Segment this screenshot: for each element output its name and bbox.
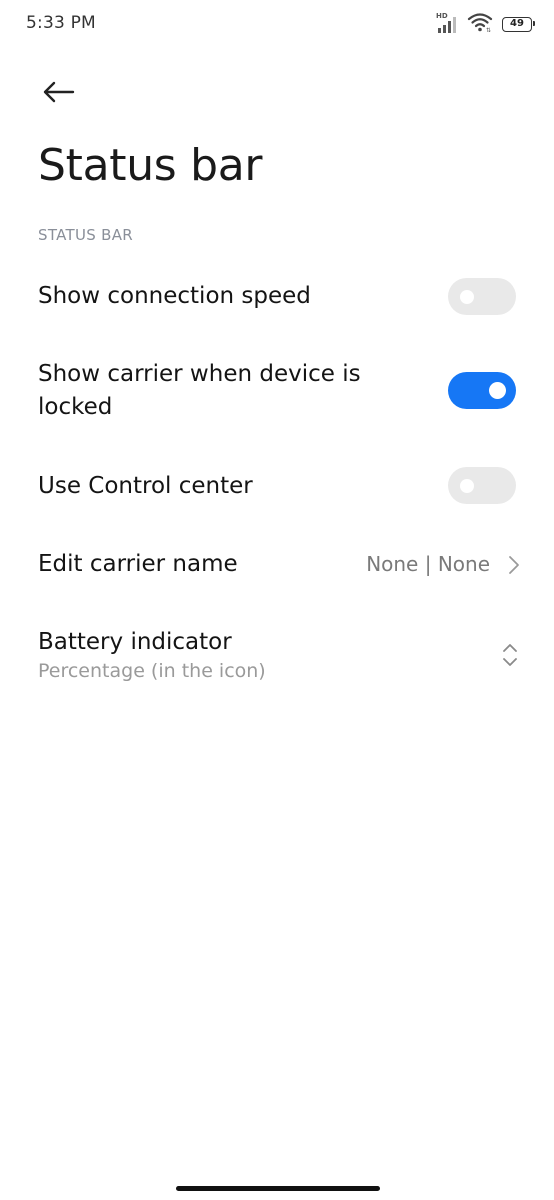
setting-label: Edit carrier name — [38, 551, 238, 577]
setting-label: Show connection speed — [38, 283, 311, 309]
setting-row-control-center[interactable]: Use Control center — [0, 460, 554, 516]
back-arrow-icon — [43, 81, 75, 103]
network-type-label: HD — [436, 12, 448, 20]
chevron-right-icon — [508, 555, 520, 579]
toggle-knob — [489, 382, 506, 399]
back-button[interactable] — [38, 72, 78, 112]
setting-label: Battery indicator — [38, 629, 232, 655]
connection-speed-toggle[interactable] — [448, 278, 516, 315]
status-time: 5:33 PM — [26, 13, 96, 33]
gesture-navigation-bar[interactable] — [176, 1186, 380, 1191]
setting-label-line2: locked — [38, 394, 113, 420]
cell-signal-icon: HD — [436, 12, 458, 35]
setting-label-line1: Show carrier when device is — [38, 361, 361, 387]
setting-label: Use Control center — [38, 473, 253, 499]
chevron-up-down-icon[interactable] — [502, 642, 518, 672]
setting-sublabel: Percentage (in the icon) — [38, 660, 266, 682]
setting-row-connection-speed[interactable]: Show connection speed — [0, 270, 554, 326]
carrier-name-value: None | None — [366, 552, 490, 576]
battery-level: 49 — [510, 18, 524, 29]
setting-row-battery-indicator[interactable]: Battery indicator Percentage (in the ico… — [0, 618, 554, 698]
svg-text:⇅: ⇅ — [486, 27, 491, 33]
wifi-icon: ⇅ — [467, 11, 493, 37]
section-header: STATUS BAR — [38, 226, 134, 244]
carrier-locked-toggle[interactable] — [448, 372, 516, 409]
toggle-knob — [460, 289, 474, 304]
setting-row-carrier-name[interactable]: Edit carrier name None | None — [0, 538, 554, 594]
status-icons: HD ⇅ 49 — [436, 11, 535, 37]
setting-label: Show carrier when device is locked — [38, 358, 398, 424]
control-center-toggle[interactable] — [448, 467, 516, 504]
system-status-bar: 5:33 PM HD ⇅ 49 — [0, 0, 554, 48]
battery-icon: 49 — [502, 16, 535, 32]
page-title: Status bar — [38, 140, 263, 191]
setting-row-carrier-locked[interactable]: Show carrier when device is locked — [0, 348, 554, 432]
toggle-knob — [460, 478, 474, 493]
